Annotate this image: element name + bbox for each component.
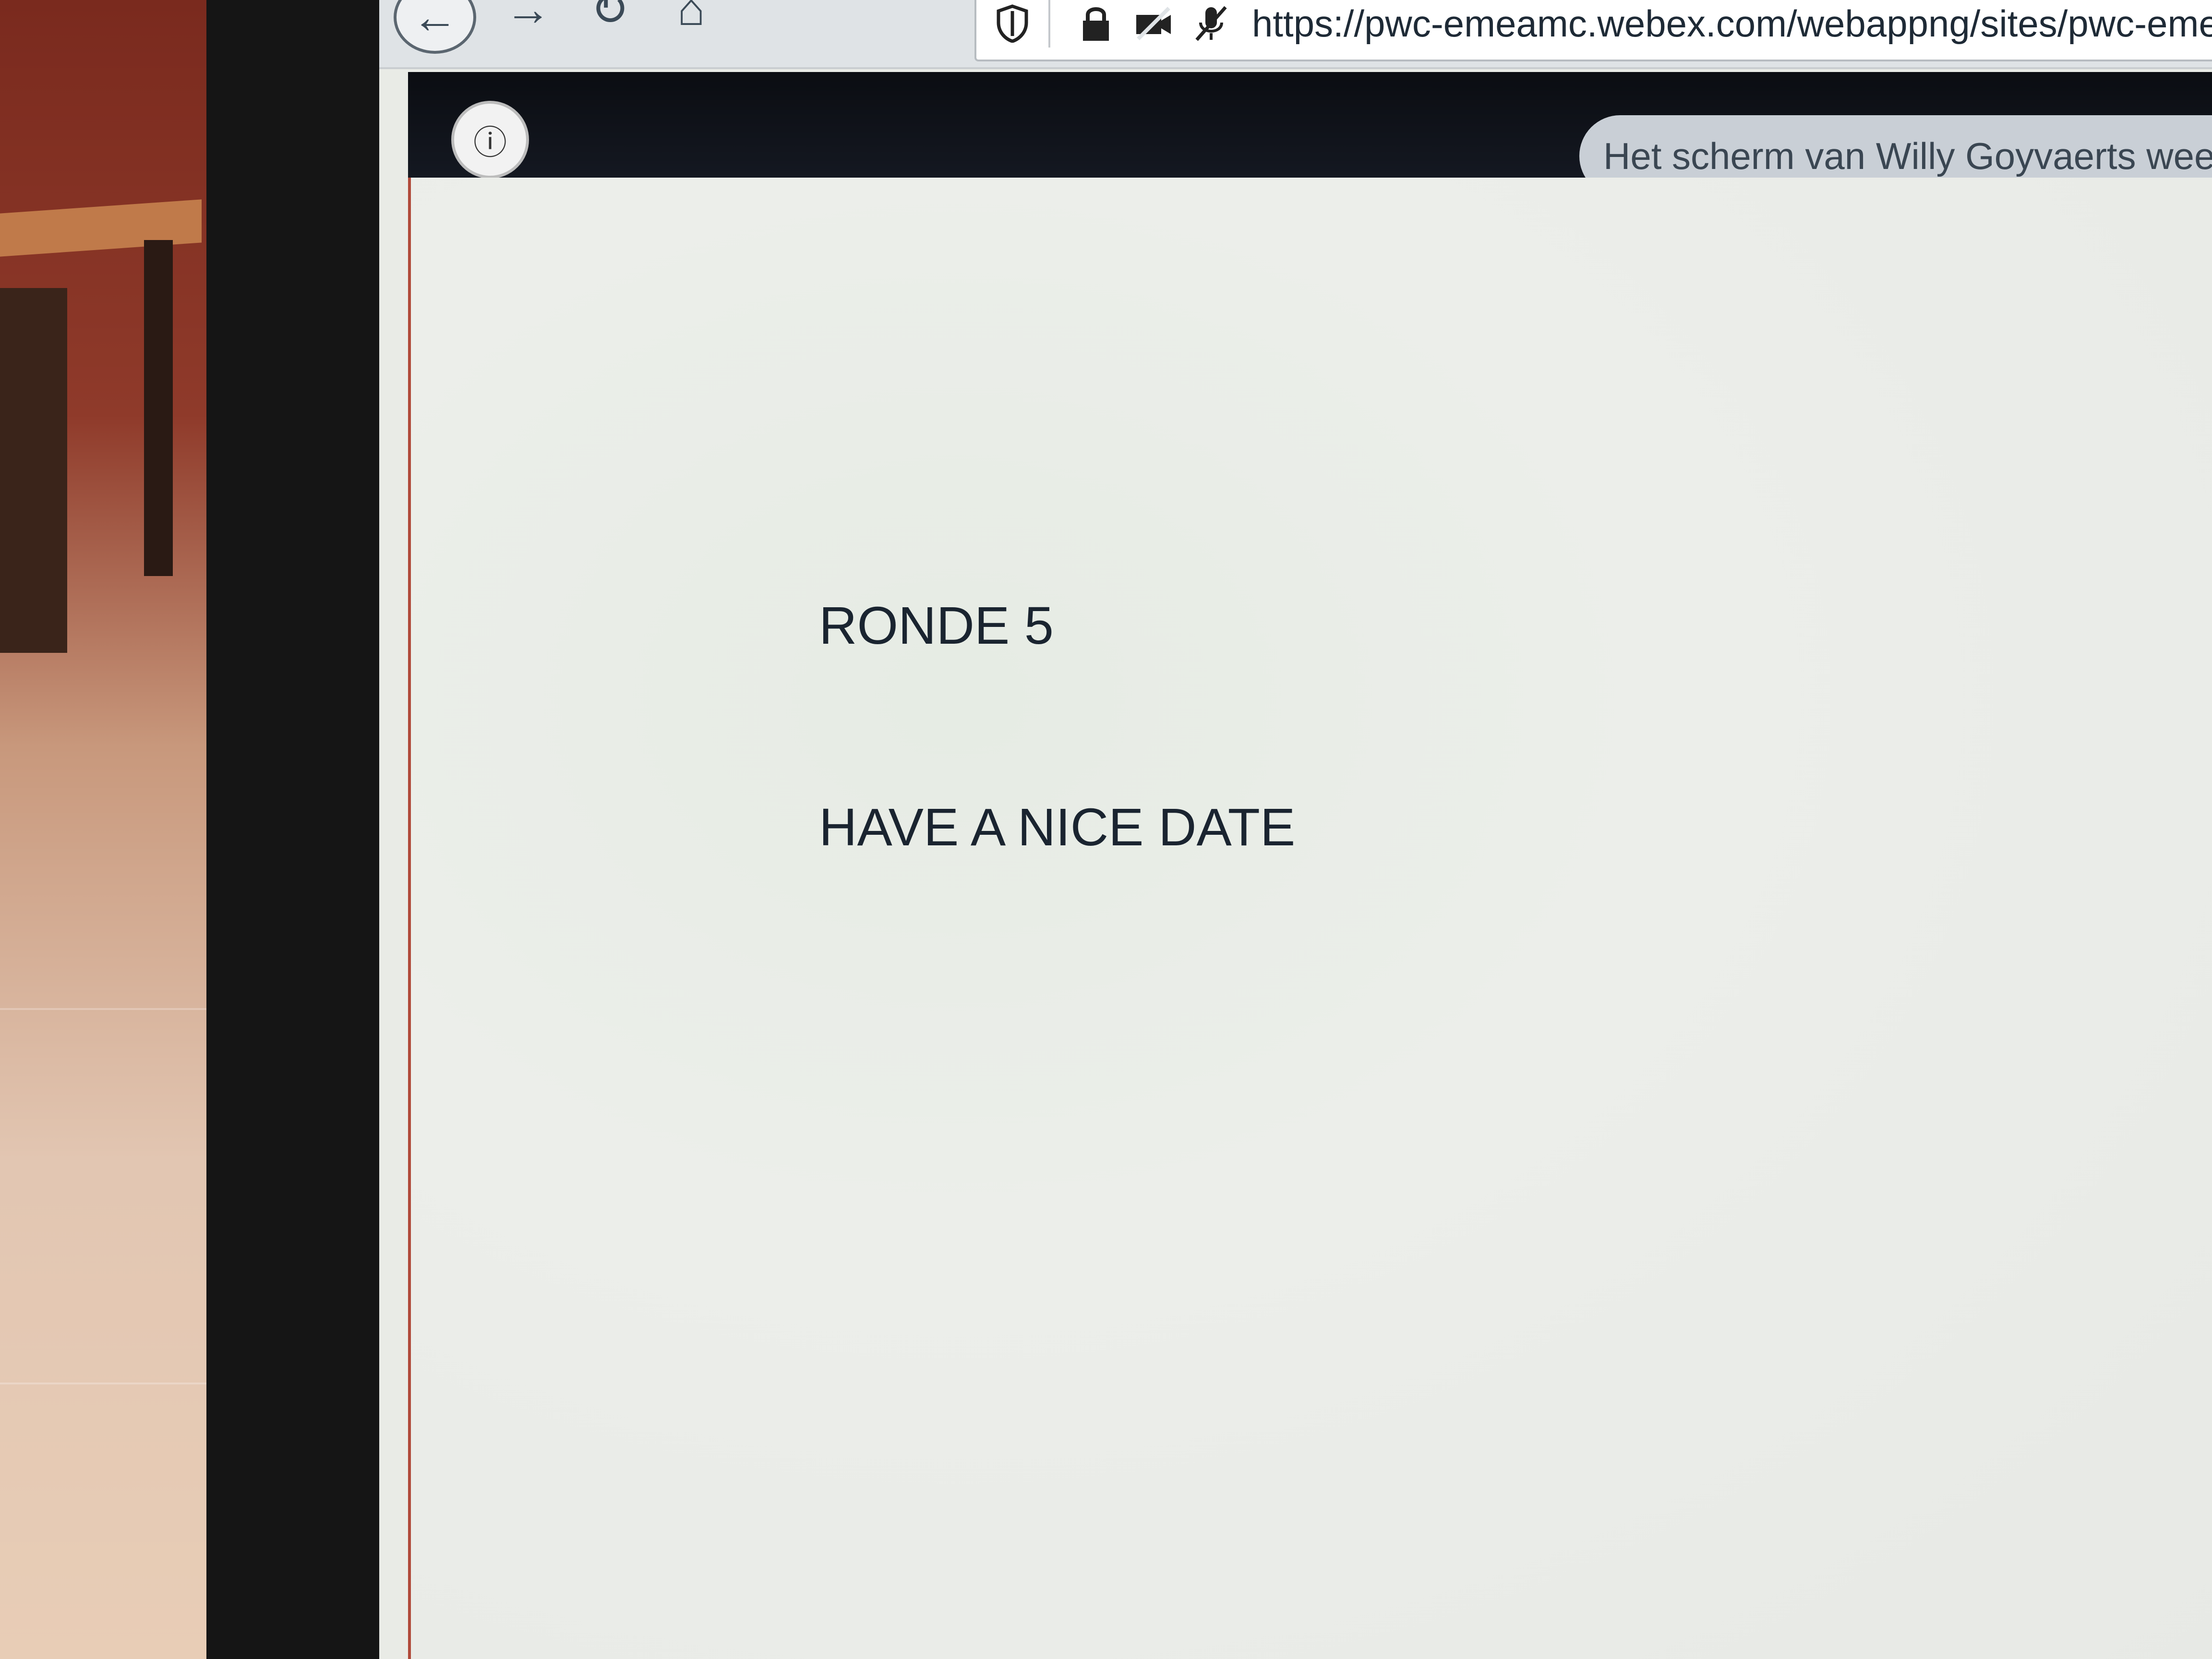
microphone-blocked-icon[interactable] — [1190, 2, 1233, 45]
background-table-leg — [144, 240, 173, 576]
monitor-screen: ← → ↻ ⌂ https://pwc-emeamc.webex.com/web… — [379, 0, 2212, 1659]
screen-share-banner-text: Het scherm van Willy Goyvaerts weerg — [1603, 134, 2212, 177]
background-chair — [0, 288, 67, 653]
reload-icon: ↻ — [590, 0, 629, 35]
address-bar[interactable]: https://pwc-emeamc.webex.com/webappng/si… — [974, 0, 2212, 61]
background-room — [0, 0, 221, 1659]
arrow-right-icon: → — [505, 0, 551, 35]
slide-message: HAVE A NICE DATE — [819, 798, 1296, 857]
camera-blocked-icon[interactable] — [1132, 2, 1175, 45]
arrow-left-icon: ← — [412, 0, 458, 43]
browser-toolbar: ← → ↻ ⌂ https://pwc-emeamc.webex.com/web… — [379, 0, 2212, 69]
home-icon: ⌂ — [677, 0, 705, 35]
reload-button[interactable]: ↻ — [581, 0, 638, 38]
info-button[interactable]: ⓘ — [451, 101, 529, 179]
back-button[interactable]: ← — [394, 0, 476, 54]
info-icon: ⓘ — [473, 122, 507, 162]
url-text[interactable]: https://pwc-emeamc.webex.com/webappng/si… — [1252, 2, 2212, 46]
photo-scene: ← → ↻ ⌂ https://pwc-emeamc.webex.com/web… — [0, 0, 2212, 1659]
slide-heading-round: RONDE 5 — [819, 596, 1054, 655]
shared-screen-content: RONDE 5 HAVE A NICE DATE — [408, 178, 2212, 1659]
home-button[interactable]: ⌂ — [662, 0, 720, 38]
address-bar-divider — [1048, 0, 1050, 48]
floor-tile-line — [0, 1008, 221, 1010]
floor-tile-line — [0, 1382, 221, 1384]
forward-button[interactable]: → — [499, 0, 557, 38]
lock-icon[interactable] — [1074, 2, 1118, 45]
shield-icon[interactable] — [991, 2, 1034, 45]
webex-header-bar: ⓘ Het scherm van Willy Goyvaerts weerg — [408, 72, 2212, 197]
